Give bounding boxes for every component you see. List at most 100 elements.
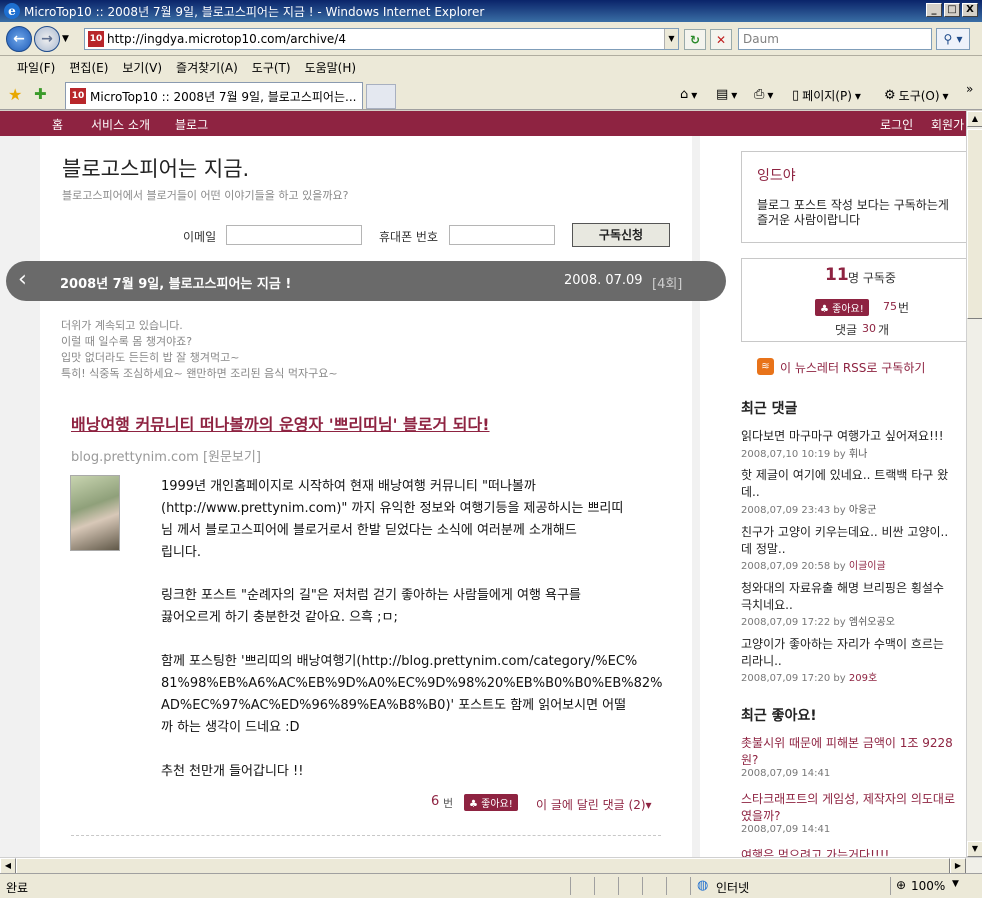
sidebar-like-button[interactable]: ♣ 좋아요!: [815, 299, 869, 316]
tools-menu-button[interactable]: ⚙ 도구(O) ▾: [884, 87, 949, 104]
menu-edit[interactable]: 편집(E): [62, 59, 115, 76]
post-title-link[interactable]: 배낭여행 커뮤니티 떠나볼까의 운영자 '쁘리띠님' 블로거 되다!: [71, 411, 490, 435]
comment-author[interactable]: 휘나: [849, 449, 867, 460]
horizontal-scrollbar[interactable]: ◀ ▶: [0, 857, 982, 874]
scroll-down-icon[interactable]: ▼: [967, 841, 982, 857]
zoom-level[interactable]: 100%: [911, 879, 945, 893]
print-button[interactable]: ⎙ ▾: [754, 87, 773, 102]
recent-comment-text[interactable]: 데 정말..: [741, 540, 786, 557]
thumb-icon: ♣: [469, 799, 482, 810]
chevron-more-icon[interactable]: »: [966, 82, 973, 96]
history-dropdown-icon[interactable]: ▼: [62, 34, 69, 44]
menu-tools[interactable]: 도구(T): [245, 59, 298, 76]
feeds-button[interactable]: ▤ ▾: [716, 87, 737, 102]
status-bar: 완료 ◍ 인터넷 ⊕ 100% ▼: [0, 873, 982, 898]
menu-favorites[interactable]: 즐겨찾기(A): [169, 59, 245, 76]
comment-author[interactable]: 209호: [849, 673, 877, 684]
recent-comment-text[interactable]: 친구가 고양이 키우는데요.. 비싼 고양이..: [741, 523, 948, 540]
issue-bar: ‹ 2008년 7월 9일, 블로고스피어는 지금 ! 2008. 07.09 …: [6, 261, 726, 301]
nav-home[interactable]: 홈: [52, 116, 63, 133]
recent-comment-text[interactable]: 읽다보면 마구마구 여행가고 싶어져요!!!: [741, 427, 944, 444]
hscroll-thumb[interactable]: [16, 858, 950, 874]
add-favorite-icon[interactable]: ✚: [34, 85, 47, 103]
page-menu-button[interactable]: ▯ 페이지(P) ▾: [792, 87, 861, 104]
url-input[interactable]: 10 http://ingdya.microtop10.com/archive/…: [84, 28, 679, 50]
post-like-button[interactable]: ♣ 좋아요!: [464, 794, 518, 811]
scroll-left-icon[interactable]: ◀: [0, 858, 16, 874]
recent-like-link[interactable]: 원?: [741, 751, 758, 768]
nav-login[interactable]: 로그인: [880, 116, 913, 133]
page-menu-label: 페이지(P): [802, 89, 852, 103]
tab-bar: ★ ✚ 10 MicroTop10 :: 2008년 7월 9일, 블로고스피어…: [0, 78, 982, 110]
menu-view[interactable]: 보기(V): [115, 59, 169, 76]
comment-author[interactable]: 아웅군: [849, 505, 877, 516]
recent-like-link[interactable]: 스타크래프트의 게임성, 제작자의 의도대로: [741, 790, 955, 807]
post-line: 끓어오르게 하기 충분한것 같아요. 으흑 ;ㅁ;: [161, 610, 398, 625]
subscribe-button[interactable]: 구독신청: [572, 223, 670, 247]
menu-help[interactable]: 도움말(H): [298, 59, 364, 76]
nav-service[interactable]: 서비스 소개: [91, 116, 150, 133]
comment-author[interactable]: 엠쉬오공오: [849, 617, 895, 628]
home-button[interactable]: ⌂ ▾: [680, 87, 697, 102]
recent-comments-title: 최근 댓글: [741, 401, 798, 417]
post-paragraph: 추천 천만개 들어갑니다 !!: [161, 761, 303, 783]
recent-comment-text[interactable]: 고양이가 좋아하는 자리가 수맥이 흐르는: [741, 635, 944, 652]
post-comments-link[interactable]: 이 글에 달린 댓글 (2)▾: [536, 796, 652, 813]
scroll-thumb[interactable]: [967, 129, 982, 319]
refresh-button[interactable]: ↻: [684, 29, 706, 50]
zone-text: 인터넷: [716, 881, 750, 895]
scroll-right-icon[interactable]: ▶: [950, 858, 966, 874]
rss-subscribe-link[interactable]: 이 뉴스레터 RSS로 구독하기: [780, 359, 925, 376]
nav-blog[interactable]: 블로그: [175, 116, 208, 133]
back-button[interactable]: ←: [6, 26, 32, 52]
email-field[interactable]: [226, 225, 362, 245]
post-line: 링크한 포스트 "순례자의 길"은 저처럼 걷기 좋아하는 사람들에게 여행 욕…: [161, 588, 581, 603]
maximize-button[interactable]: □: [944, 3, 960, 17]
profile-desc: 즐거운 사람이랍니다: [757, 213, 861, 227]
recent-comment-meta: 2008,07,09 23:43 by 아웅군: [741, 501, 877, 516]
new-tab-button[interactable]: [366, 84, 396, 109]
recent-comment-text[interactable]: 청와대의 자료유출 해명 브리핑은 횡설수: [741, 579, 944, 596]
nav-join[interactable]: 회원가: [931, 116, 964, 133]
recent-comment-meta: 2008,07,10 10:19 by 휘나: [741, 445, 867, 460]
scroll-up-icon[interactable]: ▲: [967, 111, 982, 127]
recent-comment-text[interactable]: 데..: [741, 483, 760, 500]
recent-comment-text[interactable]: 핫 제글이 여기에 있네요.. 트랙백 타구 왔: [741, 466, 948, 483]
tab-current[interactable]: 10 MicroTop10 :: 2008년 7월 9일, 블로고스피어는...: [65, 82, 363, 109]
menu-file[interactable]: 파일(F): [10, 59, 62, 76]
forward-button[interactable]: →: [34, 26, 60, 52]
comment-author[interactable]: 이글이글: [849, 561, 886, 572]
comment-date: 2008,07,09 23:43 by: [741, 505, 849, 516]
sidebar-comment-count: 30: [862, 322, 876, 335]
forward-arrow-icon: →: [41, 31, 53, 47]
profile-name[interactable]: 잉드야: [757, 165, 796, 185]
recent-comment-meta: 2008,07,09 17:20 by 209호: [741, 669, 877, 684]
stop-button[interactable]: ✕: [710, 29, 732, 50]
recent-comment-text[interactable]: 극치네요..: [741, 596, 793, 613]
comment-date: 2008,07,09 17:20 by: [741, 673, 849, 684]
comment-date: 2008,07,10 10:19 by: [741, 449, 849, 460]
search-input[interactable]: Daum: [738, 28, 932, 50]
intro-line: 특히! 식중독 조심하세요~ 왠만하면 조리된 음식 먹자구요~: [61, 367, 338, 380]
recent-likes-title: 최근 좋아요!: [741, 708, 817, 724]
phone-field[interactable]: [449, 225, 555, 245]
intro-line: 입맛 없더라도 든든히 밥 잘 챙겨먹고~: [61, 351, 240, 364]
recent-like-link[interactable]: 촛불시위 때문에 피해본 금액이 1조 9228: [741, 734, 953, 751]
minimize-button[interactable]: _: [926, 3, 942, 17]
vertical-scrollbar[interactable]: ▲ ▼: [966, 111, 982, 857]
prev-arrow-icon[interactable]: ‹: [18, 267, 27, 292]
recent-like-link[interactable]: 였을까?: [741, 807, 781, 824]
close-button[interactable]: X: [962, 3, 978, 17]
recent-like-link[interactable]: 여행은 먹으려고 가는거다!!!!: [741, 846, 889, 857]
page-icon: ▯: [792, 88, 800, 103]
favorites-star-icon[interactable]: ★: [8, 85, 22, 104]
intro-line: 더위가 계속되고 있습니다.: [61, 319, 183, 332]
zoom-dropdown-icon[interactable]: ▼: [952, 879, 959, 889]
post-thumbnail: [70, 475, 120, 551]
post-line: 님 께서 블로고스피어에 블로거로서 한발 딛었다는 소식에 여러분께 소개해드: [161, 523, 577, 538]
gear-icon: ⚙: [884, 88, 896, 103]
post-source-link[interactable]: blog.prettynim.com [원문보기]: [71, 446, 261, 465]
recent-comment-text[interactable]: 리라니..: [741, 652, 782, 669]
search-button[interactable]: ⚲ ▾: [936, 28, 970, 50]
url-dropdown-icon[interactable]: ▼: [664, 29, 678, 49]
